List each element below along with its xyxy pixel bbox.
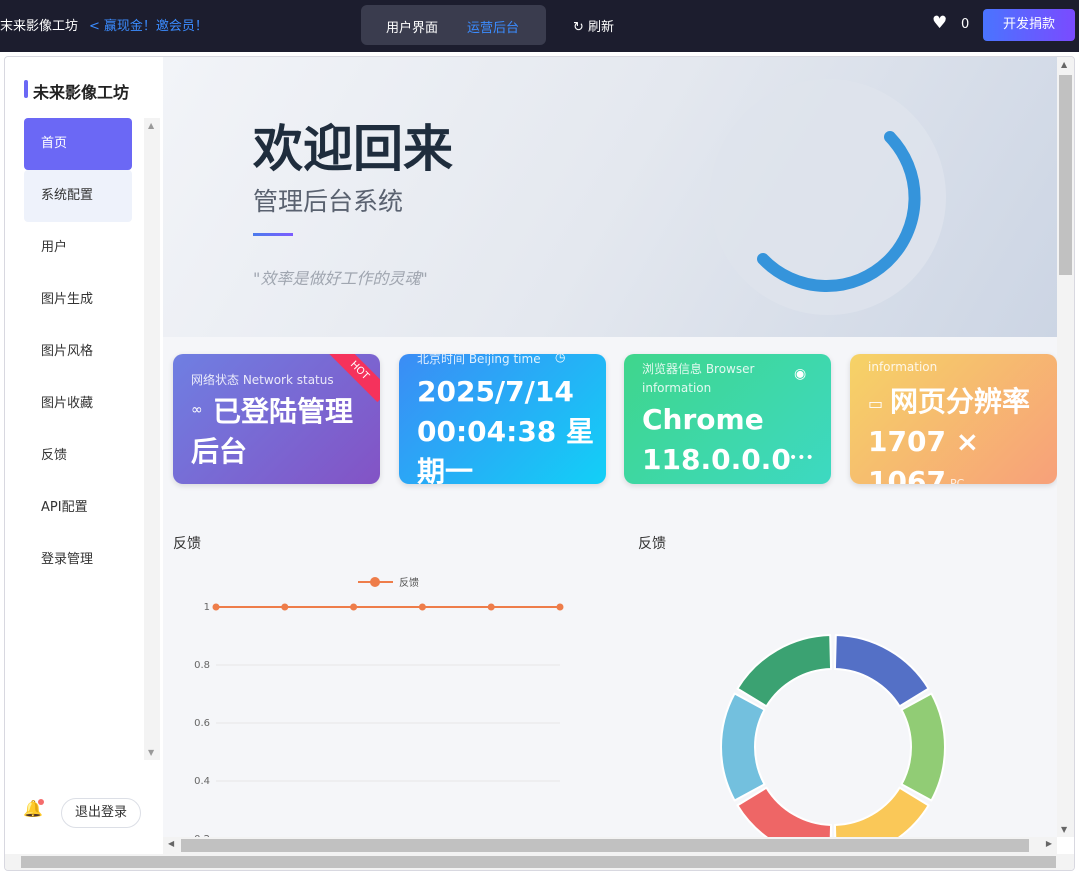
scroll-up-icon[interactable]: ▲ bbox=[1061, 60, 1067, 69]
browser-info-card: 浏览器信息 Browser information ◉ Chrome 118.0… bbox=[624, 354, 831, 484]
top-bar: 末来影像工坊 < 赢现金！邀会员！ 用户界面 运营后台 ↻ 刷新 ♥ 0 开发捐款 bbox=[0, 0, 1079, 52]
hero-divider bbox=[253, 233, 293, 236]
app-frame: 未来影像工坊 首页 系统配置 用户 图片生成 图片风格 图片收藏 反馈 API配… bbox=[4, 56, 1075, 871]
sidebar-item-image-style[interactable]: 图片风格 bbox=[24, 326, 132, 378]
window-horizontal-scrollbar[interactable] bbox=[5, 854, 1074, 870]
main-horizontal-scrollbar[interactable]: ◀ ▶ bbox=[163, 837, 1057, 854]
card-label: 浏览器信息 Browser information bbox=[642, 362, 755, 395]
refresh-label: 刷新 bbox=[588, 20, 615, 35]
hero-subtitle: 管理后台系统 bbox=[253, 187, 404, 216]
tab-user-interface[interactable]: 用户界面 bbox=[386, 17, 438, 36]
donut-slice bbox=[720, 692, 766, 802]
welcome-banner: 欢迎回来 管理后台系统 "效率是做好工作的灵魂" bbox=[163, 57, 1057, 337]
card-value: 2025/7/14 00:04:38 星期一 bbox=[417, 375, 595, 484]
device-type: PC bbox=[950, 477, 965, 484]
data-point bbox=[487, 603, 495, 611]
tab-admin-backend[interactable]: 运营后台 bbox=[467, 17, 519, 36]
card-value: Chrome 118.0.0.0 bbox=[642, 403, 791, 476]
like-count: 0 bbox=[961, 17, 970, 32]
sidebar: 未来影像工坊 首页 系统配置 用户 图片生成 图片风格 图片收藏 反馈 API配… bbox=[5, 57, 163, 857]
donut-slice bbox=[833, 634, 930, 708]
card-label: 网络状态 Network status bbox=[191, 373, 334, 387]
donut-slice bbox=[736, 786, 833, 837]
share-icon: < bbox=[89, 19, 100, 34]
scroll-up-icon[interactable]: ▲ bbox=[148, 121, 154, 130]
scroll-down-icon[interactable]: ▼ bbox=[148, 748, 154, 757]
hero-quote: "效率是做好工作的灵魂" bbox=[253, 269, 428, 288]
mode-switch: 用户界面 运营后台 bbox=[361, 5, 546, 45]
logout-button[interactable]: 退出登录 bbox=[61, 798, 141, 828]
donut-slice bbox=[900, 692, 946, 802]
scroll-right-icon[interactable]: ▶ bbox=[1046, 839, 1052, 848]
share-link[interactable]: < 赢现金！邀会员！ bbox=[89, 15, 208, 34]
data-point bbox=[281, 603, 289, 611]
y-tick-label: 1 bbox=[204, 602, 210, 613]
sidebar-item-home[interactable]: 首页 bbox=[24, 118, 132, 170]
sidebar-item-image-generation[interactable]: 图片生成 bbox=[24, 274, 132, 326]
legend-label: 反馈 bbox=[399, 576, 419, 589]
more-dots-icon: ••• bbox=[789, 450, 814, 466]
data-point bbox=[418, 603, 426, 611]
refresh-icon: ↻ bbox=[573, 20, 584, 35]
scroll-down-icon[interactable]: ▼ bbox=[1061, 825, 1067, 834]
sidebar-item-login-management[interactable]: 登录管理 bbox=[24, 534, 132, 586]
sidebar-title: 未来影像工坊 bbox=[23, 79, 129, 103]
scroll-left-icon[interactable]: ◀ bbox=[168, 839, 174, 848]
app-brand[interactable]: 末来影像工坊 bbox=[0, 15, 78, 34]
sidebar-item-api-config[interactable]: API配置 bbox=[24, 482, 132, 534]
data-point bbox=[350, 603, 358, 611]
loading-ring-icon bbox=[710, 79, 946, 315]
card-label: information bbox=[868, 360, 938, 374]
y-tick-label: 0.8 bbox=[194, 660, 210, 671]
chrome-icon: ◉ bbox=[794, 366, 807, 382]
y-tick-label: 0.4 bbox=[194, 776, 210, 787]
sidebar-item-image-favorites[interactable]: 图片收藏 bbox=[24, 378, 132, 430]
resolution-card: information ▭ 网页分辨率 1707 × 1067 PC bbox=[850, 354, 1057, 484]
clock-icon: ◷ bbox=[555, 354, 566, 364]
donate-button[interactable]: 开发捐款 bbox=[983, 9, 1075, 41]
notification-dot bbox=[38, 799, 44, 805]
feedback-line-chart: 反馈0.20.40.60.81 bbox=[194, 576, 564, 837]
card-label: 北京时间 Beijing time bbox=[417, 354, 541, 366]
feedback-donut-chart bbox=[720, 634, 946, 837]
y-tick-label: 0.6 bbox=[194, 718, 210, 729]
sidebar-item-feedback[interactable]: 反馈 bbox=[24, 430, 132, 482]
hero-title: 欢迎回来 bbox=[253, 120, 453, 178]
card-value: 已登陆管理后台 bbox=[191, 395, 354, 468]
beijing-time-card: 北京时间 Beijing time ◷ 2025/7/14 00:04:38 星… bbox=[399, 354, 606, 484]
main-vertical-scrollbar[interactable]: ▲ ▼ bbox=[1057, 57, 1074, 837]
data-point bbox=[556, 603, 564, 611]
scroll-thumb[interactable] bbox=[1059, 75, 1072, 275]
scroll-thumb[interactable] bbox=[21, 856, 1056, 868]
sidebar-item-system-config[interactable]: 系统配置 bbox=[24, 170, 132, 222]
heart-icon[interactable]: ♥ bbox=[932, 13, 947, 33]
donut-slice bbox=[736, 634, 833, 708]
donut-slice bbox=[833, 786, 930, 837]
line-chart-title: 反馈 bbox=[173, 536, 201, 552]
sidebar-menu: 首页 系统配置 用户 图片生成 图片风格 图片收藏 反馈 API配置 登录管理 bbox=[24, 118, 132, 586]
scroll-thumb[interactable] bbox=[181, 839, 1029, 852]
sidebar-item-users[interactable]: 用户 bbox=[24, 222, 132, 274]
share-label: 赢现金！邀会员！ bbox=[103, 19, 208, 34]
sidebar-scrollbar[interactable]: ▲ ▼ bbox=[144, 118, 160, 760]
donut-chart-title: 反馈 bbox=[638, 536, 666, 552]
main-content: 欢迎回来 管理后台系统 "效率是做好工作的灵魂" HOT 网络状态 Networ… bbox=[163, 57, 1057, 837]
legend-marker bbox=[370, 577, 380, 587]
network-status-card: HOT 网络状态 Network status ∞ 已登陆管理后台 bbox=[173, 354, 380, 484]
card-value: 网页分辨率 1707 × 1067 bbox=[868, 385, 1031, 484]
data-point bbox=[212, 603, 220, 611]
refresh-button[interactable]: ↻ 刷新 bbox=[573, 16, 614, 35]
